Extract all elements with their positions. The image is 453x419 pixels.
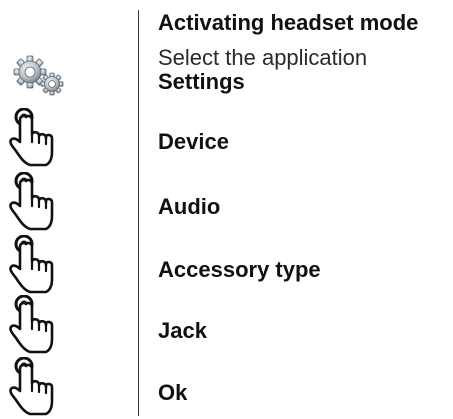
instruction-text: Select the application Settings bbox=[158, 46, 367, 94]
tap-hand-icon bbox=[8, 172, 58, 232]
settings-gears-icon bbox=[10, 52, 68, 98]
step-jack: Jack bbox=[158, 318, 207, 343]
app-name: Settings bbox=[158, 69, 245, 94]
instruction-line: Select the application bbox=[158, 45, 368, 70]
column-divider bbox=[138, 10, 139, 416]
tap-hand-icon bbox=[8, 108, 58, 168]
tap-hand-icon bbox=[8, 295, 58, 355]
section-heading: Activating headset mode bbox=[158, 10, 419, 35]
step-accessory-type: Accessory type bbox=[158, 257, 321, 282]
tap-hand-icon bbox=[8, 235, 58, 295]
step-ok: Ok bbox=[158, 380, 188, 405]
step-audio: Audio bbox=[158, 194, 221, 219]
step-device: Device bbox=[158, 129, 229, 154]
tap-hand-icon bbox=[8, 357, 58, 417]
